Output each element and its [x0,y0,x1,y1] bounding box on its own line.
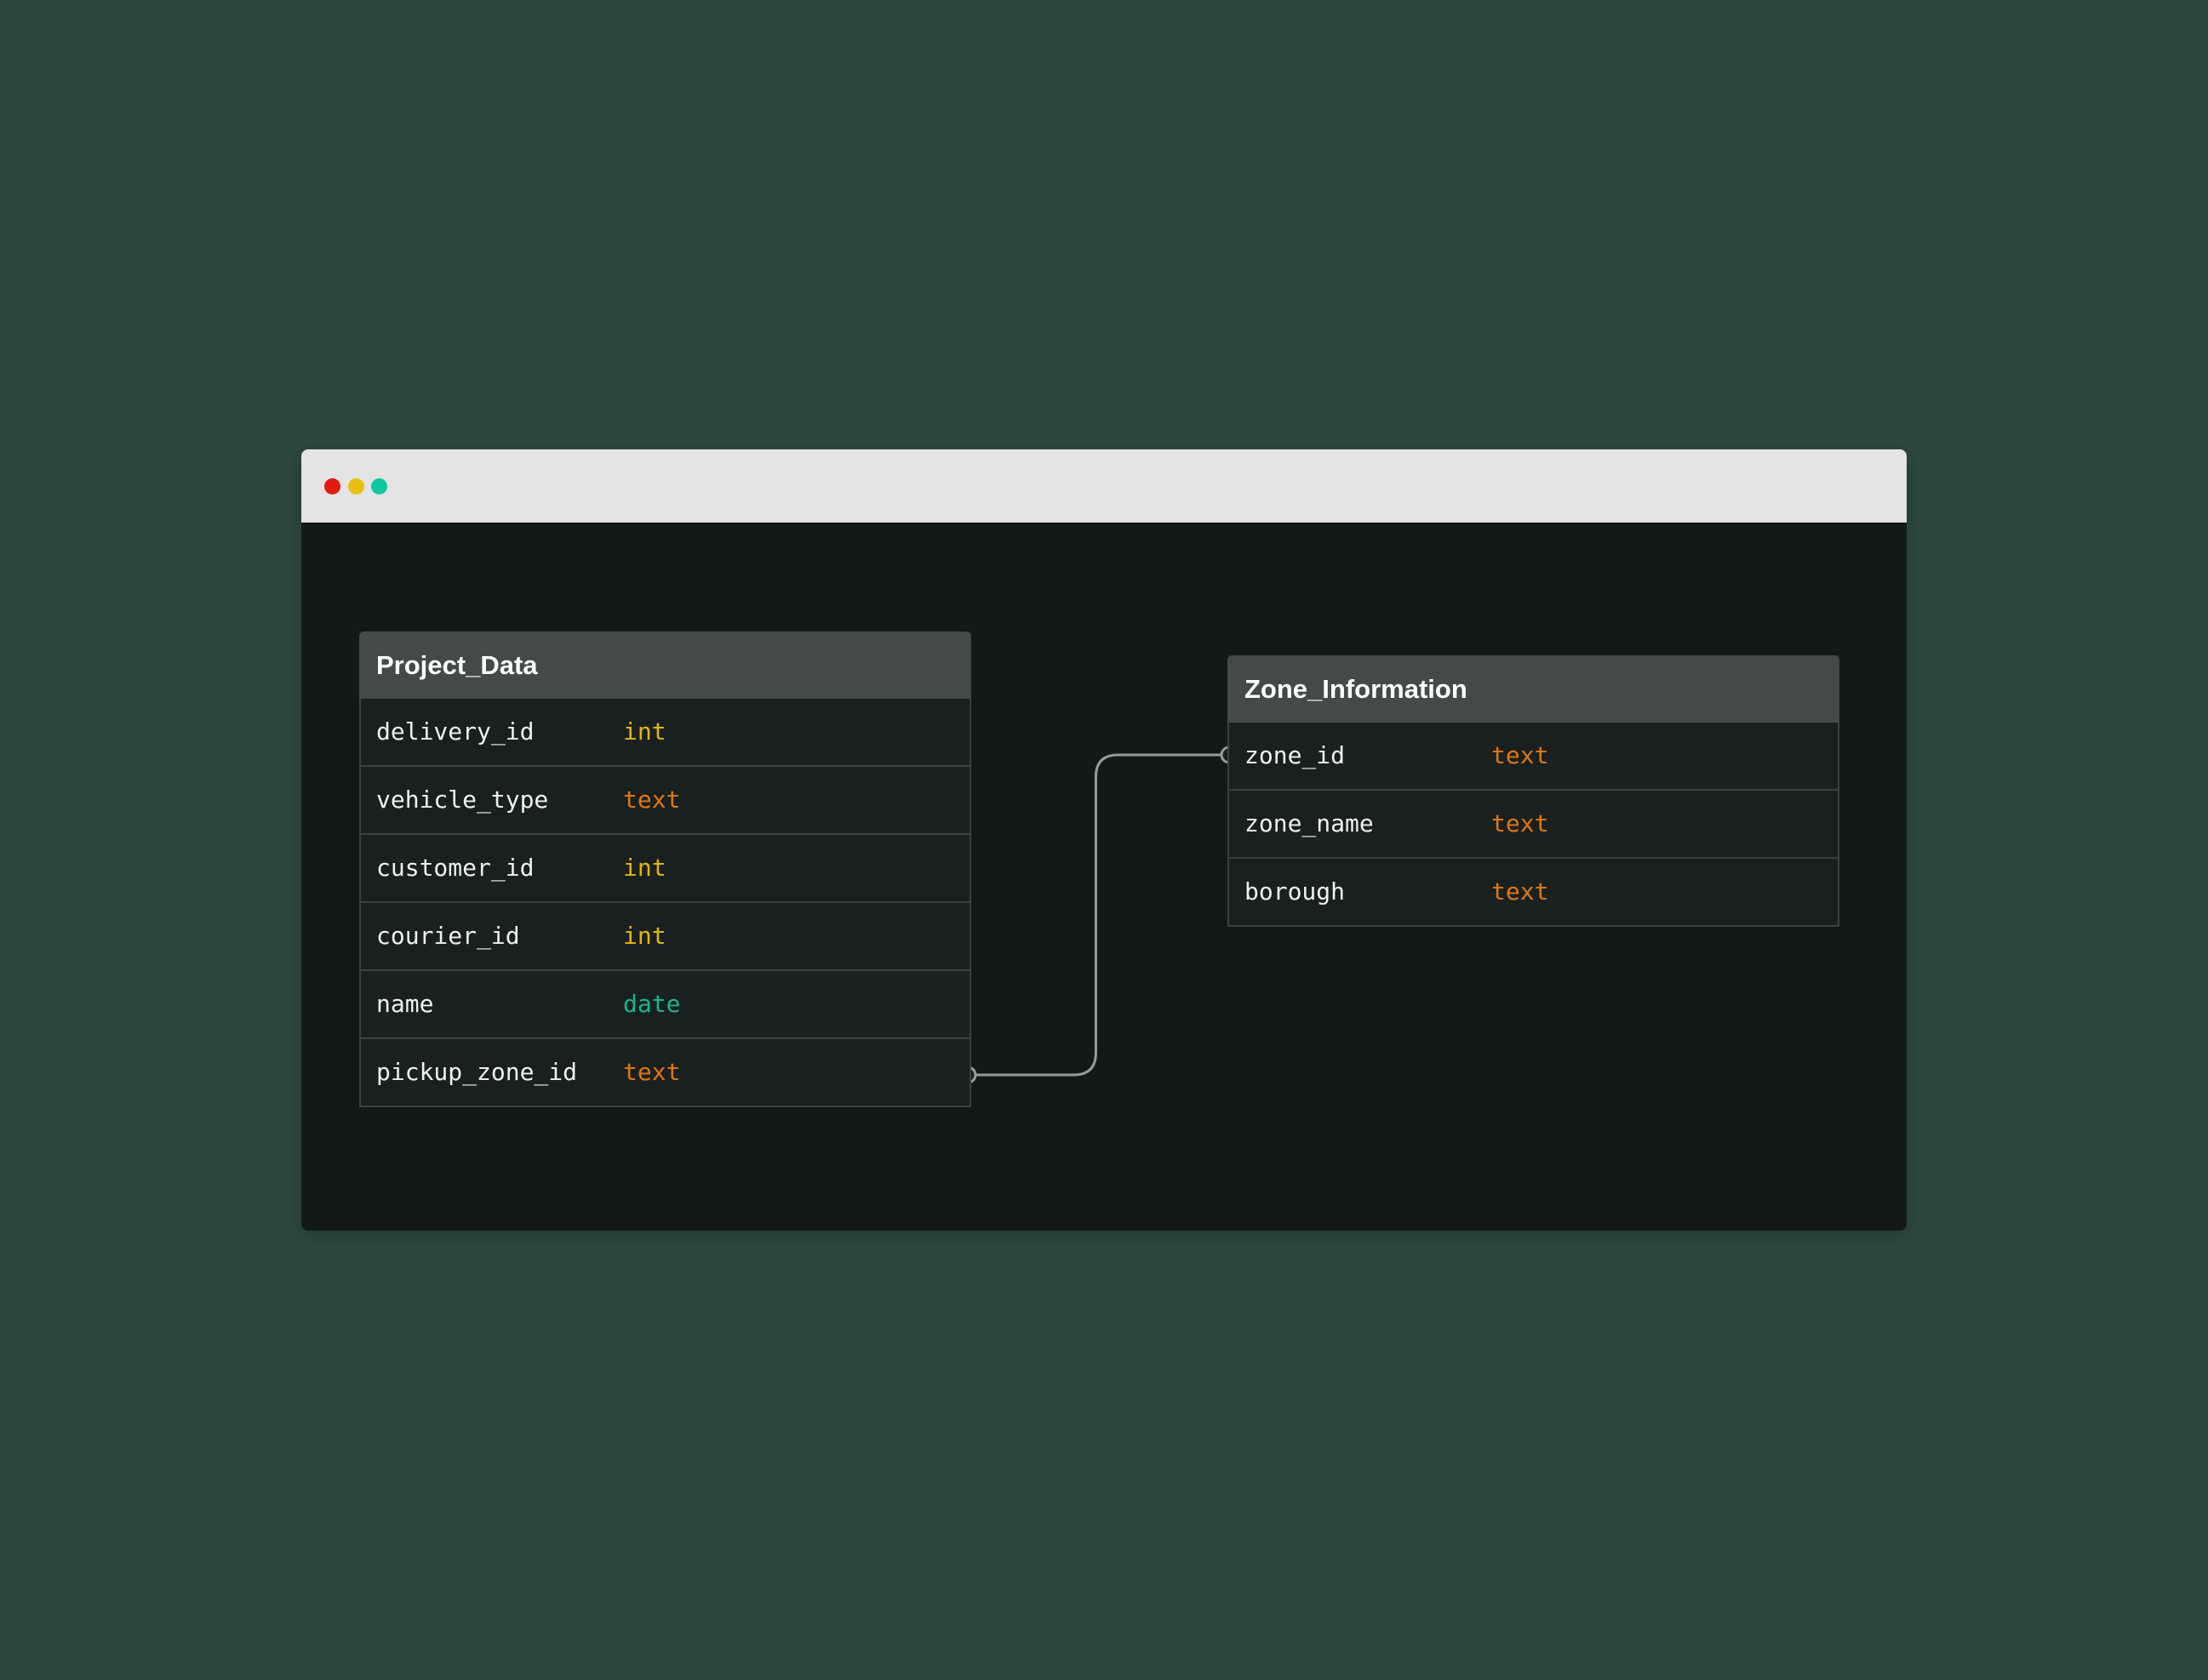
maximize-window-button[interactable] [371,478,387,494]
table-row[interactable]: delivery_id int [361,699,970,765]
column-type: text [1491,741,1549,769]
table-row[interactable]: name date [361,969,970,1037]
minimize-window-button[interactable] [348,478,364,494]
column-type: int [623,854,666,882]
column-name: zone_name [1244,809,1374,837]
column-type: text [623,1058,681,1086]
app-window: Project_Data delivery_id int vehicle_typ… [301,449,1907,1231]
column-name: customer_id [376,854,535,882]
column-type: text [623,786,681,814]
table-title: Project_Data [359,631,971,699]
column-name: name [376,990,434,1018]
table-row[interactable]: pickup_zone_id text [361,1037,970,1106]
table-row[interactable]: courier_id int [361,901,970,969]
table-row[interactable]: borough text [1229,857,1838,925]
column-type: int [623,717,666,746]
column-name: pickup_zone_id [376,1058,578,1086]
column-name: delivery_id [376,717,535,746]
table-row[interactable]: zone_name text [1229,789,1838,857]
column-type: text [1491,877,1549,906]
table-columns: zone_id text zone_name text borough text [1227,723,1839,927]
close-window-button[interactable] [324,478,340,494]
column-name: vehicle_type [376,786,549,814]
relation-line-pickup-zone[interactable] [968,753,1229,1077]
column-type: date [623,990,681,1018]
window-titlebar [301,449,1907,523]
table-row[interactable]: customer_id int [361,833,970,901]
column-type: text [1491,809,1549,837]
column-name: borough [1244,877,1346,906]
table-columns: delivery_id int vehicle_type text custom… [359,699,971,1107]
table-zone-information[interactable]: Zone_Information zone_id text zone_name … [1227,655,1839,927]
table-project-data[interactable]: Project_Data delivery_id int vehicle_typ… [359,631,971,1107]
diagram-canvas[interactable]: Project_Data delivery_id int vehicle_typ… [301,523,1907,1231]
column-type: int [623,922,666,950]
table-row[interactable]: vehicle_type text [361,765,970,833]
column-name: courier_id [376,922,520,950]
column-name: zone_id [1244,741,1346,769]
table-row[interactable]: zone_id text [1229,723,1838,789]
table-title: Zone_Information [1227,655,1839,723]
